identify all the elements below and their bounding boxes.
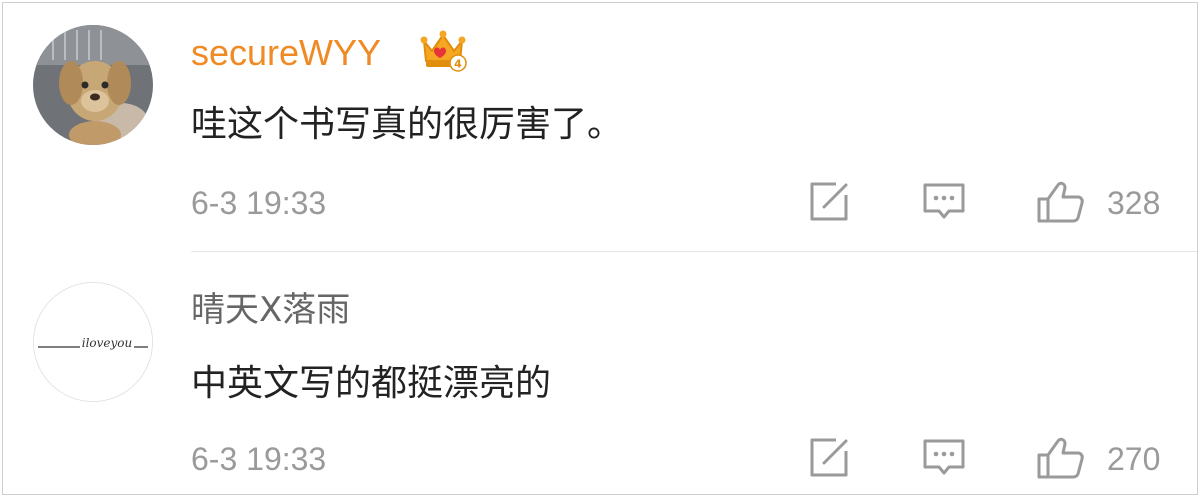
edit-square-icon (810, 438, 848, 477)
repost-button[interactable] (806, 435, 852, 481)
comment-item: iloveyou 晴天X落雨 中英文写的都挺漂亮的 6-3 19:33 270 (3, 252, 1197, 494)
like-button[interactable] (1036, 435, 1084, 481)
comment-item: secureWYY 4 哇这个书写真的很厉害了。 6-3 19:33 328 (3, 3, 1197, 251)
svg-text:iloveyou: iloveyou (82, 336, 133, 350)
iloveyou-script-avatar-icon: iloveyou (34, 283, 152, 401)
comment-bubble-icon (923, 183, 965, 219)
username[interactable]: secureWYY (191, 33, 381, 73)
crown-icon: 4 (418, 27, 468, 73)
svg-text:4: 4 (454, 58, 462, 71)
avatar[interactable]: iloveyou (33, 282, 153, 402)
like-button[interactable] (1036, 179, 1084, 225)
comment-text: 中英文写的都挺漂亮的 (191, 363, 552, 404)
plush-dog-avatar-icon (33, 25, 153, 145)
reply-button[interactable] (921, 179, 967, 225)
comment-list: secureWYY 4 哇这个书写真的很厉害了。 6-3 19:33 328 i… (2, 2, 1198, 495)
comment-time: 6-3 19:33 (191, 441, 327, 477)
avatar[interactable] (33, 25, 153, 145)
repost-button[interactable] (806, 179, 852, 225)
thumbs-up-icon (1037, 181, 1084, 223)
edit-square-icon (810, 182, 848, 221)
reply-button[interactable] (921, 435, 967, 481)
username[interactable]: 晴天X落雨 (191, 290, 350, 330)
comment-text: 哇这个书写真的很厉害了。 (191, 104, 624, 145)
thumbs-up-icon (1037, 437, 1084, 479)
comment-time: 6-3 19:33 (191, 185, 327, 221)
comment-bubble-icon (923, 439, 965, 475)
like-count: 328 (1107, 185, 1161, 221)
like-count: 270 (1107, 441, 1161, 477)
